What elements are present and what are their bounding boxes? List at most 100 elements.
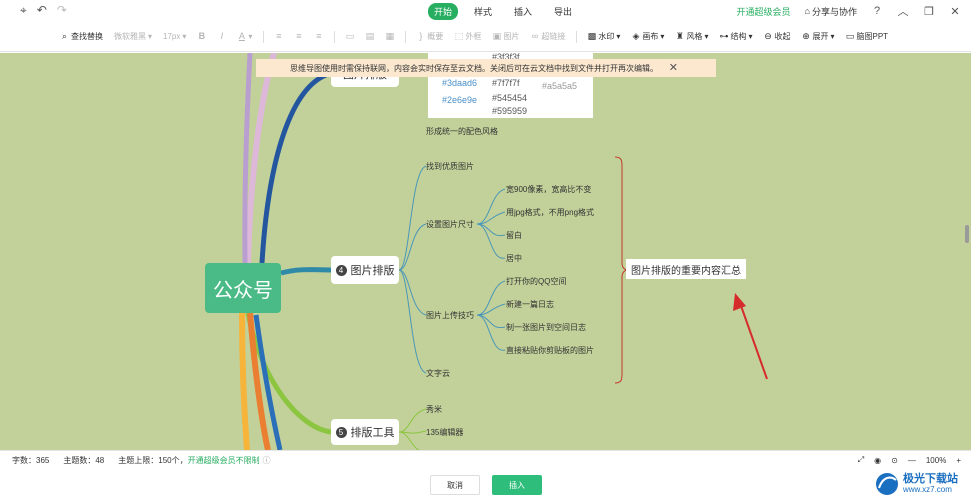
mindmap-leaf[interactable]: 用jpg格式，不用png格式 bbox=[506, 207, 594, 218]
mindmap-node-image-layout[interactable]: 4 图片排版 bbox=[331, 256, 399, 284]
bold-button[interactable]: B bbox=[197, 32, 206, 41]
summary-node[interactable]: 图片排版的重要内容汇总 bbox=[626, 259, 746, 279]
branch-line-1 bbox=[245, 53, 277, 264]
formatting-toolbar: ⌕ 查找替换 微软雅黑 ▾ 17px ▾ B I A ▾ ≡ ≡ ≡ ▭ ▤ ▦ bbox=[0, 22, 971, 52]
upgrade-membership-link[interactable]: 开通超级会员 bbox=[737, 5, 791, 18]
redo-icon[interactable]: ↷ bbox=[57, 3, 67, 18]
font-color-button[interactable]: A ▾ bbox=[237, 31, 253, 42]
find-replace-button[interactable]: ⌕ 查找替换 bbox=[60, 31, 103, 42]
watermark-title: 极光下载站 bbox=[903, 473, 958, 485]
eye-icon[interactable]: ◉ bbox=[874, 456, 881, 465]
tab-insert[interactable]: 插入 bbox=[508, 3, 538, 20]
font-color-icon: A bbox=[238, 31, 245, 41]
hyperlink-button[interactable]: ∞ 超链接 bbox=[530, 31, 566, 42]
canvas-button[interactable]: ◈ 画布 ▾ bbox=[631, 31, 664, 42]
locate-icon[interactable]: ⊙ bbox=[891, 456, 898, 465]
mindmap-node-layout-tools[interactable]: 5 排版工具 bbox=[331, 419, 399, 445]
quick-access: ⌖ ↶ ↷ bbox=[20, 3, 67, 18]
font-family-select[interactable]: 微软雅黑 ▾ bbox=[114, 31, 152, 42]
zoom-in-icon[interactable]: + bbox=[956, 456, 961, 465]
mindmap-ppt-button[interactable]: ▭ 脑图PPT bbox=[845, 31, 888, 42]
help-circle-icon[interactable]: ⓘ bbox=[263, 455, 271, 466]
watermark-button[interactable]: ▩ 水印 ▾ bbox=[587, 31, 621, 42]
share-icon: ⌂ bbox=[804, 6, 810, 16]
upgrade-unlimited-link[interactable]: 开通超级会员不限制 bbox=[188, 455, 260, 466]
connector bbox=[398, 223, 427, 271]
branch-line-3 bbox=[259, 70, 333, 264]
mindmap-leaf[interactable]: 文字云 bbox=[426, 368, 450, 379]
palette-color-value: #3daad6 bbox=[442, 78, 478, 88]
node-label: 排版工具 bbox=[350, 427, 395, 439]
align-left-button[interactable]: ≡ bbox=[274, 32, 283, 41]
tab-start[interactable]: 开始 bbox=[428, 3, 459, 20]
connector bbox=[476, 280, 506, 316]
mindmap-leaf[interactable]: 宽900像素，宽高比不变 bbox=[506, 184, 591, 195]
help-icon[interactable]: ? bbox=[871, 5, 883, 17]
palette-color-value: #7f7f7f bbox=[492, 78, 520, 88]
mindmap-leaf[interactable]: 设置图片尺寸 bbox=[426, 219, 474, 230]
vertical-scrollbar[interactable] bbox=[965, 225, 969, 243]
palette-color-value: #a5a5a5 bbox=[542, 81, 578, 91]
image-label: 图片 bbox=[503, 32, 520, 41]
mindmap-leaf[interactable]: 留白 bbox=[506, 230, 522, 241]
frame-icon: ⬚ bbox=[454, 31, 464, 41]
mindmap-leaf[interactable]: 找到优质图片 bbox=[426, 161, 474, 172]
insert-button[interactable]: 插入 bbox=[492, 475, 542, 495]
palette-color-value: #2e6e9e bbox=[442, 95, 478, 105]
node-layout-button[interactable]: ▤ bbox=[365, 32, 375, 41]
window-actions: 开通超级会员 ⌂ 分享与协作 ? ︿ ❐ ✕ bbox=[737, 3, 961, 19]
summary-button[interactable]: } 概要 bbox=[416, 31, 443, 42]
collapse-button[interactable]: ⊖ 收起 bbox=[763, 31, 790, 42]
style-button[interactable]: ♜ 风格 ▾ bbox=[675, 31, 709, 42]
mindmap-leaf[interactable]: 形成统一的配色风格 bbox=[426, 126, 498, 137]
mindmap-leaf[interactable]: 打开你的QQ空间 bbox=[506, 276, 566, 287]
chevron-down-icon: ▾ bbox=[616, 32, 621, 41]
chevron-down-icon: ▾ bbox=[248, 32, 253, 41]
align-center-button[interactable]: ≡ bbox=[294, 32, 303, 41]
image-button[interactable]: ▣ 图片 bbox=[492, 31, 520, 42]
mindmap-canvas[interactable]: #3f3f3f #3daad6 #2e6e9e #7f7f7f #545454 … bbox=[0, 53, 971, 450]
collapse-window-icon[interactable]: ︿ bbox=[897, 3, 909, 19]
summary-label: 概要 bbox=[427, 32, 444, 41]
bold-icon: B bbox=[198, 31, 206, 41]
tab-style[interactable]: 样式 bbox=[468, 3, 498, 20]
structure-button[interactable]: ⊶ 结构 ▾ bbox=[719, 31, 752, 42]
cancel-button[interactable]: 取消 bbox=[430, 475, 480, 495]
share-button[interactable]: ⌂ 分享与协作 bbox=[805, 5, 857, 18]
mindmap-leaf[interactable]: 制一张图片到空间日志 bbox=[506, 322, 586, 333]
mindmap-leaf[interactable]: 秀米 bbox=[426, 404, 442, 415]
close-window-icon[interactable]: ✕ bbox=[949, 5, 961, 18]
align-center-icon: ≡ bbox=[296, 31, 302, 41]
chevron-down-icon: ▾ bbox=[182, 32, 187, 41]
format-painter-icon[interactable]: ⌖ bbox=[20, 3, 27, 18]
frame-button[interactable]: ⬚ 外框 bbox=[454, 31, 482, 42]
node-format-button[interactable]: ▦ bbox=[385, 32, 395, 41]
canvas-label: 画布 bbox=[642, 32, 659, 41]
mindmap-leaf[interactable]: 135编辑器 bbox=[426, 427, 463, 438]
tab-export[interactable]: 导出 bbox=[548, 3, 578, 20]
mindmap-leaf[interactable]: 居中 bbox=[506, 253, 522, 264]
connectivity-notice: 思维导图使用时需保持联网，内容会实时保存至云文档。关闭后可在云文档中找到文件并打… bbox=[256, 59, 716, 77]
mindmap-leaf[interactable]: 直接粘贴你剪贴板的图片 bbox=[506, 345, 594, 356]
collapse-label: 收起 bbox=[774, 32, 791, 41]
title-bar: ⌖ ↶ ↷ 开始 样式 插入 导出 开通超级会员 ⌂ 分享与协作 ? ︿ ❐ ✕ bbox=[0, 0, 971, 22]
expand-button[interactable]: ⊕ 展开 ▾ bbox=[801, 31, 834, 42]
undo-icon[interactable]: ↶ bbox=[37, 3, 47, 18]
align-right-button[interactable]: ≡ bbox=[314, 32, 323, 41]
restore-window-icon[interactable]: ❐ bbox=[923, 5, 935, 18]
mindmap-leaf[interactable]: 新建一篇日志 bbox=[506, 299, 554, 310]
collapse-icon: ⊖ bbox=[764, 31, 772, 41]
fit-screen-icon[interactable]: ⤢ bbox=[858, 455, 864, 465]
mindmap-root-node[interactable]: 公众号 bbox=[205, 263, 281, 313]
mindmap-editor-window: ⌖ ↶ ↷ 开始 样式 插入 导出 开通超级会员 ⌂ 分享与协作 ? ︿ ❐ ✕… bbox=[0, 0, 971, 500]
italic-button[interactable]: I bbox=[217, 32, 226, 41]
mindmap-leaf[interactable]: 图片上传技巧 bbox=[426, 310, 474, 321]
link-icon: ∞ bbox=[531, 31, 539, 41]
connector bbox=[398, 431, 420, 450]
node-style-button[interactable]: ▭ bbox=[345, 32, 355, 41]
zoom-out-icon[interactable]: — bbox=[908, 456, 916, 465]
close-icon[interactable]: ✕ bbox=[669, 61, 678, 74]
topic-count: 主题数：48 bbox=[63, 456, 105, 465]
font-size-select[interactable]: 17px ▾ bbox=[163, 32, 186, 41]
zoom-controls: ⤢ ◉ ⊙ — 100% + bbox=[858, 455, 961, 465]
